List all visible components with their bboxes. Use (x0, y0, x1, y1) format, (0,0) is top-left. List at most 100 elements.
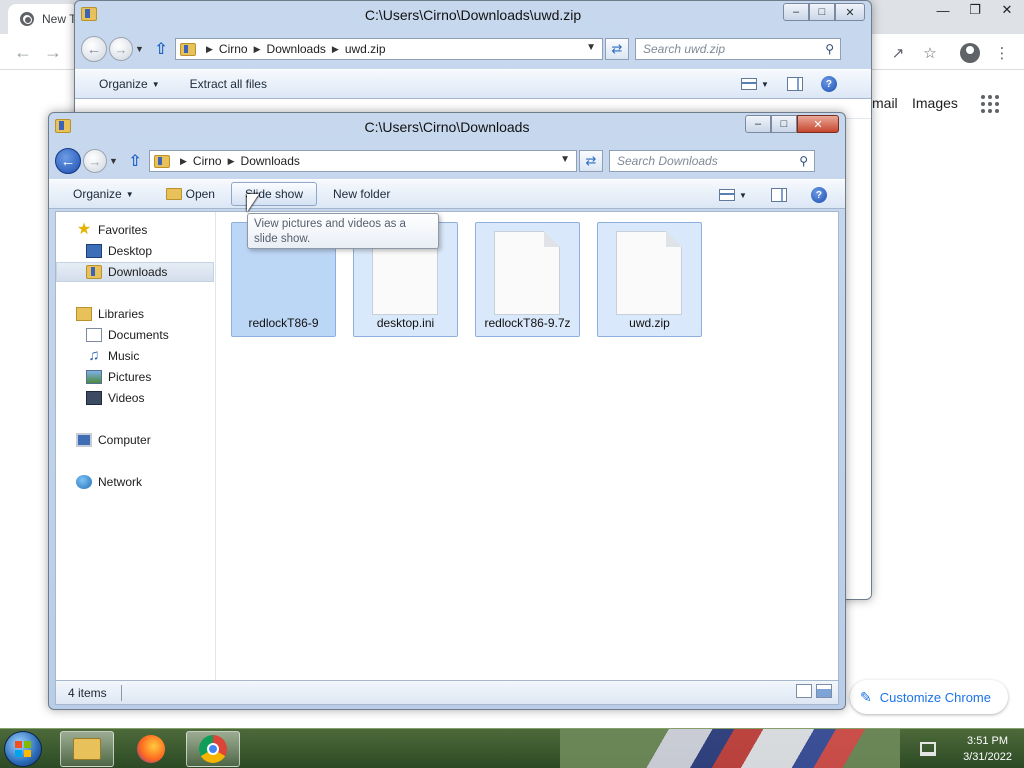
music-note-icon: ♫ (88, 347, 100, 364)
file-name: desktop.ini (376, 316, 435, 330)
chevron-down-icon[interactable]: ▼ (761, 80, 769, 89)
images-link[interactable]: Images (912, 95, 958, 111)
taskbar-firefox[interactable] (124, 731, 178, 767)
maximize-button[interactable]: □ (809, 3, 835, 21)
google-apps-icon[interactable] (981, 95, 999, 113)
preview-pane-icon[interactable] (770, 188, 787, 202)
file-name: redlockT86-9 (248, 316, 319, 330)
new-folder-button[interactable]: New folder (325, 182, 398, 206)
nav-libraries[interactable]: Libraries (56, 304, 214, 324)
customize-chrome-label: Customize Chrome (879, 689, 991, 705)
file-item[interactable]: uwd.zip (597, 222, 702, 337)
file-item[interactable]: redlockT86-9.7z (475, 222, 580, 337)
maximize-button[interactable]: □ (771, 115, 797, 133)
menu-dots-icon[interactable]: ⋮ (992, 43, 1012, 63)
nav-computer[interactable]: Computer (56, 430, 214, 450)
firefox-icon (137, 735, 165, 763)
breadcrumb-cirno[interactable]: Cirno (219, 42, 248, 56)
status-bar: 4 items (55, 681, 839, 705)
close-button[interactable]: ✕ (797, 115, 839, 133)
minimize-button[interactable]: – (745, 115, 771, 133)
clock-date: 3/31/2022 (963, 751, 1012, 763)
nav-downloads[interactable]: Downloads (56, 262, 214, 282)
breadcrumb-downloads[interactable]: Downloads (267, 42, 326, 56)
downloads-window-titlebar: C:\Users\Cirno\Downloads – □ ✕ (49, 113, 845, 141)
documents-icon (86, 328, 102, 342)
nav-favorites[interactable]: ★ Favorites (56, 220, 214, 240)
nav-music[interactable]: ♫ Music (56, 346, 214, 366)
gmail-link[interactable]: mail (872, 95, 898, 111)
libraries-icon (76, 307, 92, 321)
breadcrumb-uwd-zip[interactable]: uwd.zip (345, 42, 386, 56)
navigation-pane: ★ Favorites Desktop Downloads Libraries … (56, 212, 216, 680)
downloads-address-bar[interactable]: ▶ Cirno ▶ Downloads ▼ (149, 150, 577, 172)
close-button[interactable]: ✕ (835, 3, 865, 21)
forward-button[interactable]: → (83, 149, 107, 173)
views-icon[interactable] (741, 78, 757, 90)
file-name: uwd.zip (629, 316, 670, 330)
extract-all-button[interactable]: Extract all files (182, 72, 275, 96)
recent-pages-dropdown[interactable]: ▼ (135, 44, 147, 54)
nav-documents[interactable]: Documents (56, 325, 214, 345)
status-divider (120, 684, 122, 701)
downloads-search-placeholder: Search Downloads (617, 154, 718, 168)
share-icon[interactable]: ↗ (888, 43, 908, 63)
zip-address-bar[interactable]: ▶ Cirno ▶ Downloads ▶ uwd.zip ▼ (175, 38, 603, 60)
nav-desktop[interactable]: Desktop (56, 241, 214, 261)
star-icon: ★ (76, 221, 92, 238)
search-icon[interactable]: ⚲ (799, 154, 808, 168)
chrome-tab[interactable]: New T (8, 4, 78, 34)
chevron-down-icon[interactable]: ▼ (739, 191, 747, 200)
taskbar-chrome[interactable] (186, 731, 240, 767)
back-button[interactable]: ← (81, 36, 107, 62)
slide-show-button[interactable]: Slide show (230, 182, 318, 206)
zip-search-input[interactable]: Search uwd.zip ⚲ (635, 38, 841, 60)
nav-pictures[interactable]: Pictures (56, 367, 214, 387)
network-tray-icon[interactable] (920, 742, 936, 756)
minimize-button[interactable]: – (783, 3, 809, 21)
up-arrow-icon[interactable]: ⇧ (125, 150, 145, 172)
zip-folder-icon (81, 7, 97, 21)
back-arrow-icon[interactable]: ← (14, 42, 32, 63)
downloads-search-input[interactable]: Search Downloads ⚲ (609, 150, 815, 172)
search-icon[interactable]: ⚲ (825, 42, 834, 56)
open-button[interactable]: Open (158, 182, 223, 206)
help-icon[interactable]: ? (820, 76, 837, 92)
customize-chrome-button[interactable]: ✎ Customize Chrome (850, 680, 1008, 714)
chevron-down-icon[interactable]: ▼ (560, 154, 570, 165)
profile-avatar[interactable] (960, 43, 980, 63)
downloads-folder-icon (55, 119, 71, 133)
minimize-icon[interactable]: — (932, 0, 954, 20)
close-icon[interactable]: ✕ (996, 0, 1018, 20)
item-count: 4 items (68, 685, 107, 700)
up-arrow-icon[interactable]: ⇧ (151, 38, 171, 60)
recent-pages-dropdown[interactable]: ▼ (109, 156, 121, 166)
back-button[interactable]: ← (55, 148, 81, 174)
zip-window-title: C:\Users\Cirno\Downloads\uwd.zip (364, 7, 582, 23)
large-icons-view-icon[interactable] (816, 684, 832, 698)
breadcrumb-cirno[interactable]: Cirno (193, 154, 222, 168)
preview-pane-icon[interactable] (786, 77, 803, 91)
views-icon[interactable] (719, 189, 735, 201)
chevron-down-icon[interactable]: ▼ (586, 42, 596, 53)
breadcrumb-downloads[interactable]: Downloads (241, 154, 300, 168)
organize-button[interactable]: Organize ▼ (91, 72, 168, 96)
clock[interactable]: 3:51 PM 3/31/2022 (963, 733, 1012, 765)
forward-button[interactable]: → (109, 37, 133, 61)
nav-videos[interactable]: Videos (56, 388, 214, 408)
taskbar-explorer[interactable] (60, 731, 114, 767)
bookmark-star-icon[interactable]: ☆ (920, 43, 940, 63)
forward-arrow-icon[interactable]: → (44, 42, 62, 63)
refresh-icon[interactable]: ⇄ (605, 38, 629, 60)
help-icon[interactable]: ? (810, 187, 827, 203)
nav-network[interactable]: Network (56, 472, 214, 492)
taskbar: 3:51 PM 3/31/2022 (0, 728, 1024, 768)
start-button[interactable] (4, 731, 42, 767)
archive-file-icon (494, 231, 560, 315)
downloads-window-title: C:\Users\Cirno\Downloads (364, 119, 530, 135)
details-view-icon[interactable] (796, 684, 812, 698)
restore-icon[interactable]: ❐ (964, 0, 986, 20)
chevron-down-icon: ▼ (151, 79, 160, 89)
refresh-icon[interactable]: ⇄ (579, 150, 603, 172)
organize-button[interactable]: Organize ▼ (65, 182, 142, 206)
